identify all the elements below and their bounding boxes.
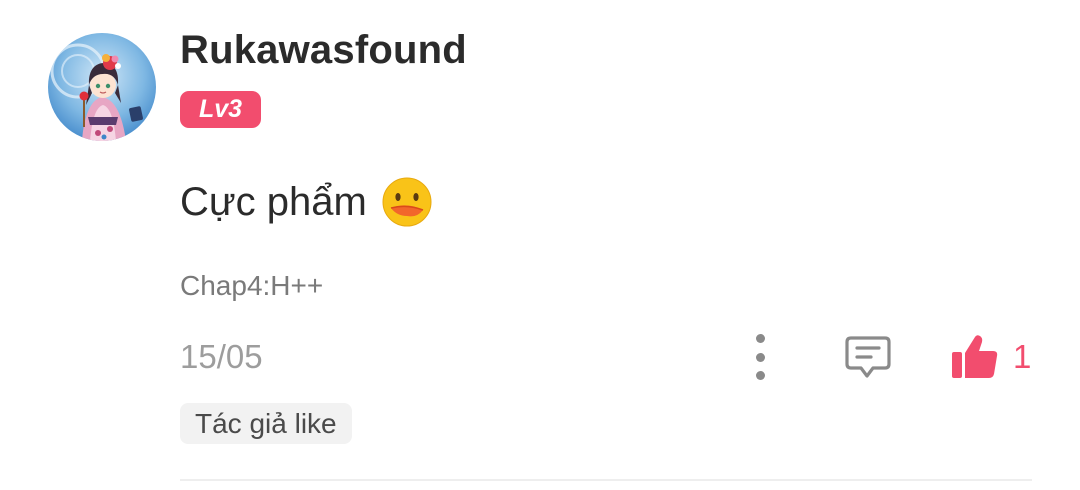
comment-text: Cực phẩm [180, 176, 433, 228]
avatar[interactable] [48, 33, 156, 141]
comment-item: Rukawasfound Lv3 Cực phẩm Chap4:H++ 15/0… [0, 0, 1080, 490]
more-vertical-icon-dot [755, 334, 765, 343]
more-vertical-icon-dot [755, 352, 765, 362]
comment-bubble-icon [845, 336, 891, 378]
level-badge: Lv3 [180, 91, 261, 128]
comment-date: 15/05 [180, 338, 263, 375]
like-count: 1 [1013, 338, 1032, 375]
more-vertical-icon-dot [755, 371, 765, 380]
avatar-image [48, 33, 156, 141]
divider [180, 479, 1032, 481]
reply-button[interactable] [843, 333, 893, 381]
comment-text-body: Cực phẩm [180, 179, 367, 224]
like-button[interactable]: 1 [950, 332, 1031, 382]
username[interactable]: Rukawasfound [180, 28, 467, 73]
chapter-label[interactable]: Chap4:H++ [180, 270, 323, 302]
author-liked-tag: Tác giả like [180, 403, 352, 444]
drooling-face-emoji-icon [381, 176, 433, 228]
more-options-button[interactable] [744, 334, 776, 380]
thumbs-up-icon [950, 332, 1000, 382]
